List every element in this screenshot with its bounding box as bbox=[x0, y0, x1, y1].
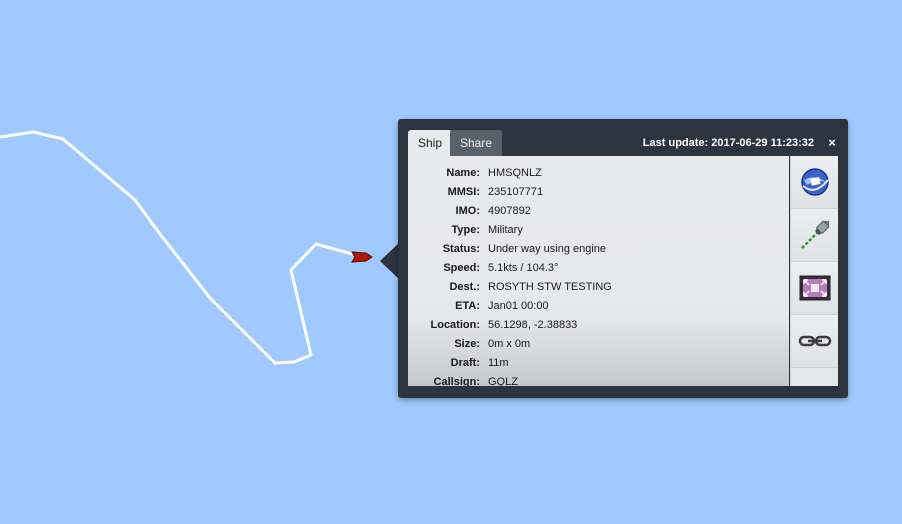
field-label: Draft: bbox=[450, 357, 480, 369]
field-value: 5.1kts / 104.3° bbox=[488, 262, 559, 274]
field-type: Type: Military bbox=[408, 221, 789, 240]
tab-ship[interactable]: Ship bbox=[408, 130, 453, 156]
field-label: Callsign: bbox=[433, 376, 480, 386]
field-name: Name: HMSQNLZ bbox=[408, 164, 789, 183]
permalink-button[interactable] bbox=[791, 315, 838, 368]
field-value: 4907892 bbox=[488, 205, 531, 217]
field-label: ETA: bbox=[455, 300, 480, 312]
last-update-text: Last update: 2017-06-29 11:23:32 bbox=[642, 137, 814, 149]
ship-details-panel: Name: HMSQNLZ MMSI: 235107771 IMO: 4907892 … bbox=[408, 156, 789, 386]
fullscreen-photo-icon bbox=[799, 275, 830, 301]
field-label: Status: bbox=[442, 243, 480, 255]
field-label: Size: bbox=[454, 338, 480, 350]
field-mmsi: MMSI: 235107771 bbox=[408, 183, 789, 202]
field-label: IMO: bbox=[455, 205, 480, 217]
vessel-track bbox=[0, 130, 354, 365]
field-label: Dest.: bbox=[449, 281, 480, 293]
link-icon bbox=[798, 335, 831, 347]
field-value: 235107771 bbox=[488, 186, 544, 198]
field-label: Name: bbox=[446, 167, 480, 179]
field-value: 11m bbox=[488, 357, 509, 369]
field-value: ROSYTH STW TESTING bbox=[488, 281, 612, 293]
field-label: Speed: bbox=[443, 262, 480, 274]
field-label: Type: bbox=[451, 224, 480, 236]
field-value: Under way using engine bbox=[488, 243, 607, 255]
field-label: Location: bbox=[430, 319, 481, 331]
route-button[interactable] bbox=[791, 209, 838, 262]
field-status: Status: Under way using engine bbox=[408, 240, 789, 259]
field-value: 56.1298, -2.38833 bbox=[488, 319, 578, 331]
rocket-track-icon bbox=[800, 220, 829, 249]
field-value: Military bbox=[488, 224, 523, 236]
photos-button[interactable] bbox=[791, 262, 838, 315]
field-size: Size: 0m x 0m bbox=[408, 335, 789, 354]
tab-share[interactable]: Share bbox=[450, 130, 503, 156]
field-speed: Speed: 5.1kts / 104.3° bbox=[408, 259, 789, 278]
google-earth-button[interactable] bbox=[791, 156, 838, 209]
field-value: GQLZ bbox=[488, 376, 518, 386]
vessel-info-popup: Ship Share Last update: 2017-06-29 11:23… bbox=[398, 119, 848, 398]
vessel-marker[interactable] bbox=[351, 251, 373, 263]
field-destination: Dest.: ROSYTH STW TESTING bbox=[408, 278, 789, 297]
field-value: 0m x 0m bbox=[488, 338, 531, 350]
field-label: MMSI: bbox=[447, 186, 480, 198]
close-icon[interactable]: × bbox=[824, 135, 840, 151]
popup-pointer bbox=[380, 242, 400, 280]
field-value: Jan01 00:00 bbox=[488, 300, 549, 312]
field-value: HMSQNLZ bbox=[488, 167, 542, 179]
action-sidebar bbox=[790, 156, 838, 386]
field-eta: ETA: Jan01 00:00 bbox=[408, 297, 789, 316]
google-earth-icon bbox=[800, 168, 829, 196]
field-draft: Draft: 11m bbox=[408, 354, 789, 373]
field-imo: IMO: 4907892 bbox=[408, 202, 789, 221]
field-location: Location: 56.1298, -2.38833 bbox=[408, 316, 789, 335]
field-callsign: Callsign: GQLZ bbox=[408, 373, 789, 386]
